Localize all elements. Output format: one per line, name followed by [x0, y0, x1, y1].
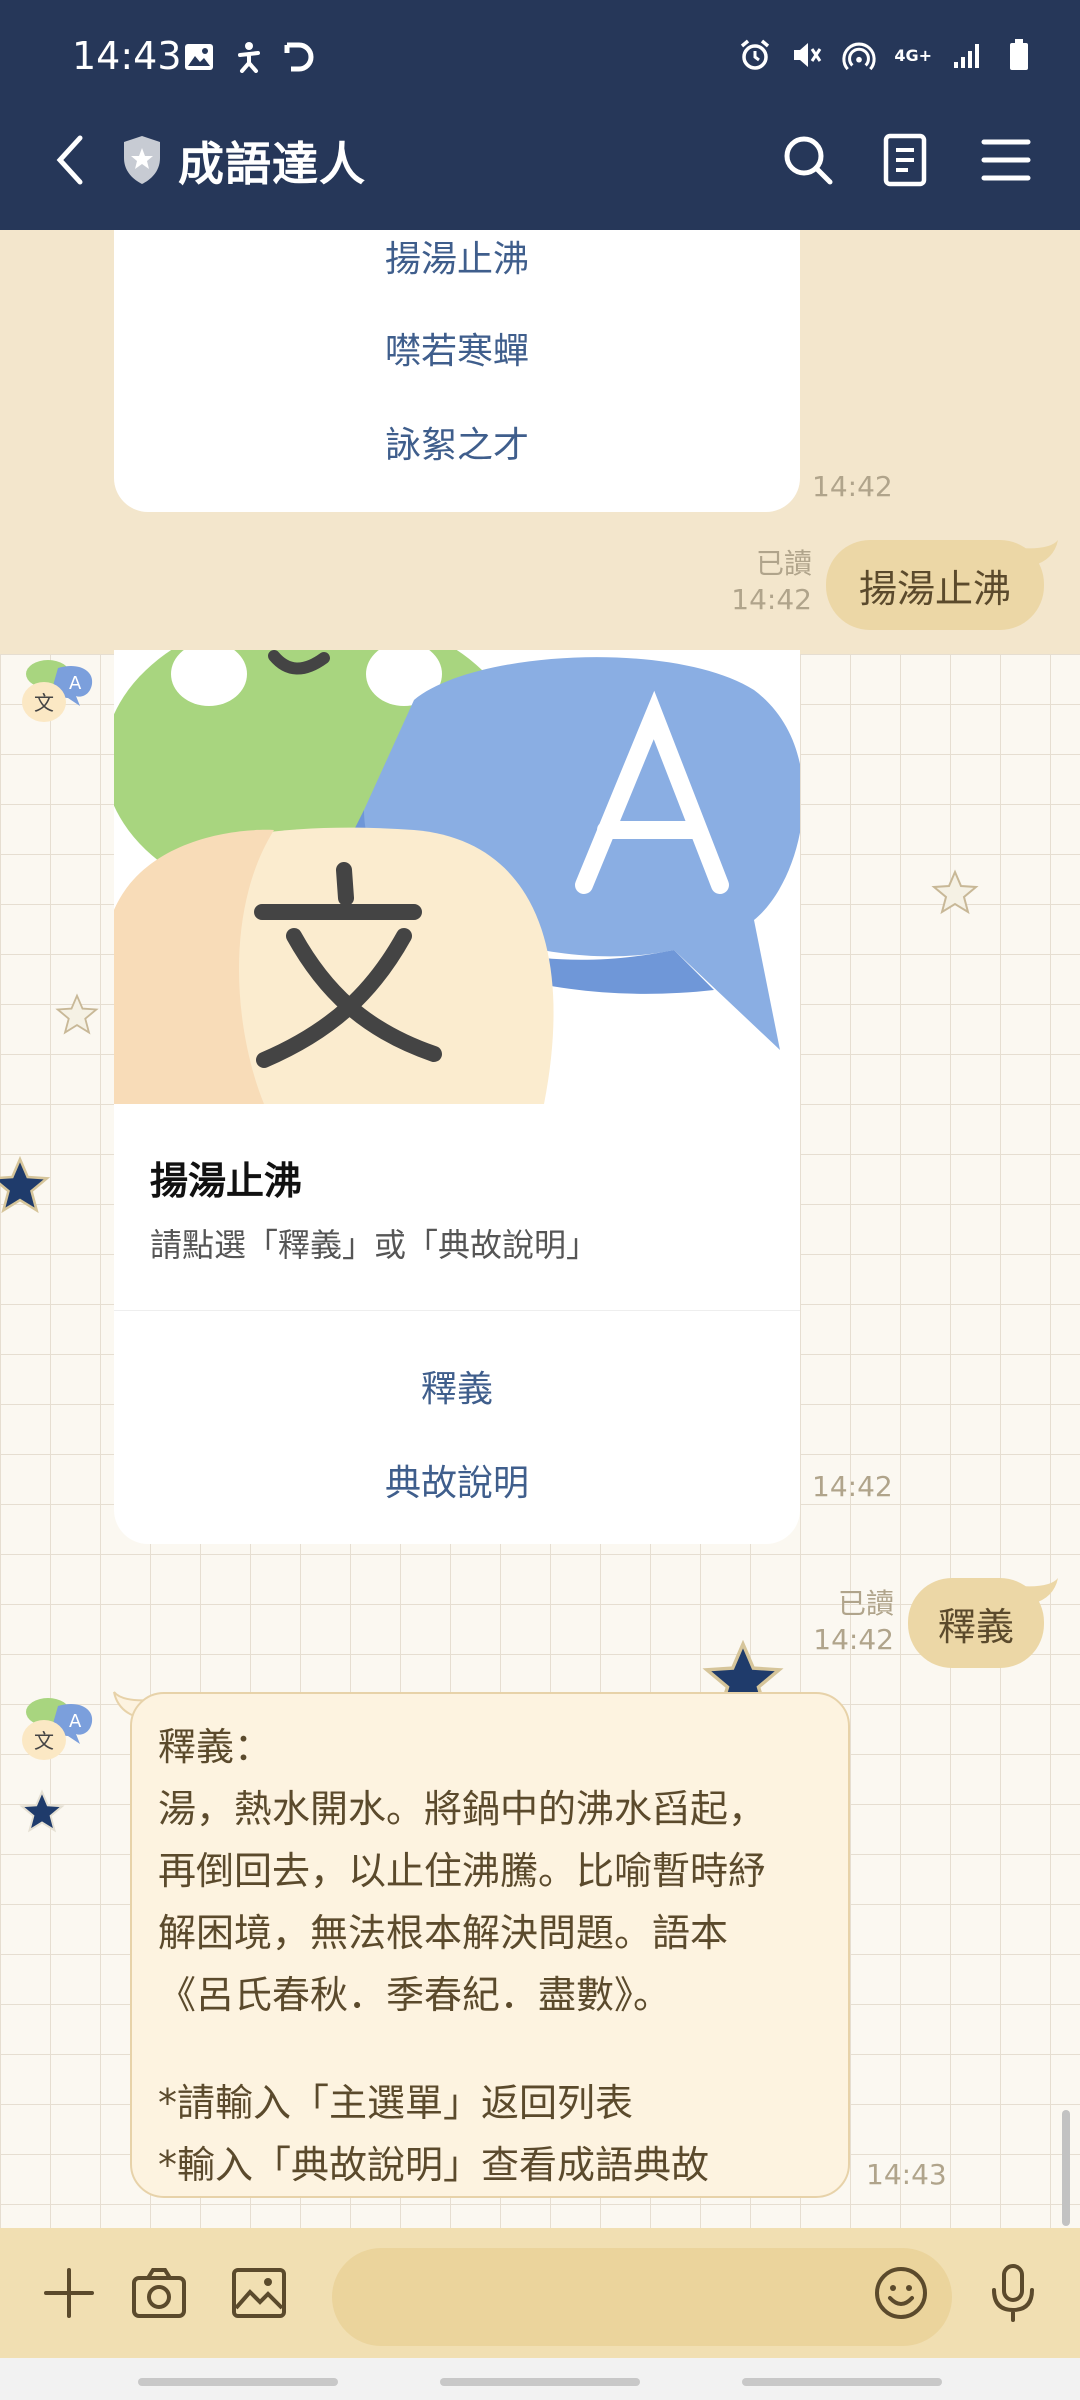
app-notification-icon: [282, 40, 316, 74]
chat-area[interactable]: 揚湯止沸 噤若寒蟬 詠絮之才 14:42 已讀 14:42 揚湯止沸 A 文 揚…: [0, 230, 1080, 2230]
svg-text:文: 文: [34, 691, 54, 715]
reply-note: *請輸入「主選單」返回列表: [158, 2081, 634, 2125]
nav-home-button[interactable]: [440, 2378, 640, 2386]
reply-line: 湯，熱水開水。將鍋中的沸水舀起，: [158, 1787, 767, 1831]
idiom-option-link[interactable]: 詠絮之才: [114, 416, 800, 468]
bot-avatar[interactable]: A 文: [18, 1692, 100, 1764]
network-type-label: 4G+: [894, 45, 932, 65]
status-time: 14:43: [72, 34, 182, 78]
message-input[interactable]: [332, 2248, 952, 2346]
message-timestamp: 14:42: [813, 1623, 894, 1656]
image-icon[interactable]: [228, 2262, 290, 2324]
star-decoration-icon: [19, 1789, 65, 1833]
plus-icon[interactable]: [38, 2262, 100, 2324]
system-navigation-bar: [0, 2358, 1080, 2400]
reply-line: 解困境，無法根本解決問題。語本: [158, 1911, 729, 1955]
microphone-icon[interactable]: [982, 2262, 1044, 2324]
star-decoration-icon: [55, 993, 99, 1035]
bot-reply-bubble: 釋義： 湯，熱水開水。將鍋中的沸水舀起， 再倒回去，以止住沸騰。比喻暫時紓 解困…: [130, 1692, 850, 2198]
translate-hero-image: [114, 650, 800, 1104]
battery-icon: [1002, 38, 1036, 72]
svg-text:文: 文: [34, 1729, 54, 1753]
search-icon[interactable]: [778, 128, 838, 192]
idiom-detail-card: 揚湯止沸 請點選「釋義」或「典故說明」 釋義 典故說明: [114, 650, 800, 1544]
mute-icon: [790, 38, 824, 72]
chat-scrollbar[interactable]: [1062, 2110, 1070, 2226]
idiom-list-card: 揚湯止沸 噤若寒蟬 詠絮之才: [114, 230, 800, 512]
emoji-icon[interactable]: [870, 2262, 932, 2324]
message-timestamp: 14:42: [812, 1470, 893, 1503]
read-label: 已讀: [755, 547, 812, 580]
meaning-option-link[interactable]: 釋義: [114, 1360, 800, 1412]
verified-shield-icon: [120, 134, 164, 186]
idiom-instruction: 請點選「釋義」或「典故說明」: [150, 1226, 599, 1264]
bubble-tail: [1020, 1578, 1058, 1604]
gallery-notification-icon: [182, 40, 216, 74]
reply-line: 再倒回去，以止住沸騰。比喻暫時紓: [158, 1849, 767, 1893]
idiom-option-link[interactable]: 噤若寒蟬: [114, 322, 800, 374]
message-timestamp: 14:42: [731, 583, 812, 616]
bot-avatar[interactable]: A 文: [18, 654, 100, 726]
alarm-icon: [738, 38, 772, 72]
message-timestamp: 14:43: [866, 2158, 947, 2191]
menu-icon[interactable]: [976, 128, 1036, 192]
back-icon[interactable]: [50, 130, 90, 190]
user-message-bubble: 揚湯止沸: [826, 540, 1044, 630]
origin-option-link[interactable]: 典故說明: [114, 1454, 800, 1506]
message-text: 揚湯止沸: [858, 566, 1011, 611]
hotspot-icon: [842, 38, 876, 72]
nav-recents-button[interactable]: [138, 2378, 338, 2386]
signal-icon: [950, 38, 984, 72]
chat-header: 成語達人: [0, 96, 1080, 230]
read-label: 已讀: [837, 1587, 894, 1620]
accessibility-icon: [232, 40, 266, 74]
reply-line: 《呂氏春秋．季春紀．盡數》。: [158, 1973, 672, 2017]
bubble-tail: [1020, 540, 1058, 566]
svg-text:A: A: [69, 1711, 82, 1732]
camera-icon[interactable]: [128, 2262, 190, 2324]
star-decoration-icon: [931, 869, 979, 915]
chat-title: 成語達人: [178, 137, 366, 191]
svg-text:A: A: [69, 673, 82, 694]
message-text: 釋義: [937, 1604, 1014, 1649]
reply-note: *輸入「典故說明」查看成語典故: [158, 2143, 710, 2187]
read-receipt: 已讀 14:42: [812, 1586, 894, 1658]
idiom-option-link[interactable]: 揚湯止沸: [114, 230, 800, 282]
nav-back-button[interactable]: [742, 2378, 942, 2386]
network-type-icon: 4G+: [894, 38, 932, 72]
card-divider: [114, 1310, 800, 1311]
notes-icon[interactable]: [876, 128, 936, 192]
message-timestamp: 14:42: [812, 470, 893, 503]
message-input-bar: [0, 2228, 1080, 2358]
idiom-title: 揚湯止沸: [150, 1159, 303, 1203]
star-decoration-icon: [0, 1155, 51, 1214]
read-receipt: 已讀 14:42: [730, 546, 812, 618]
reply-line: 釋義：: [158, 1725, 273, 1769]
